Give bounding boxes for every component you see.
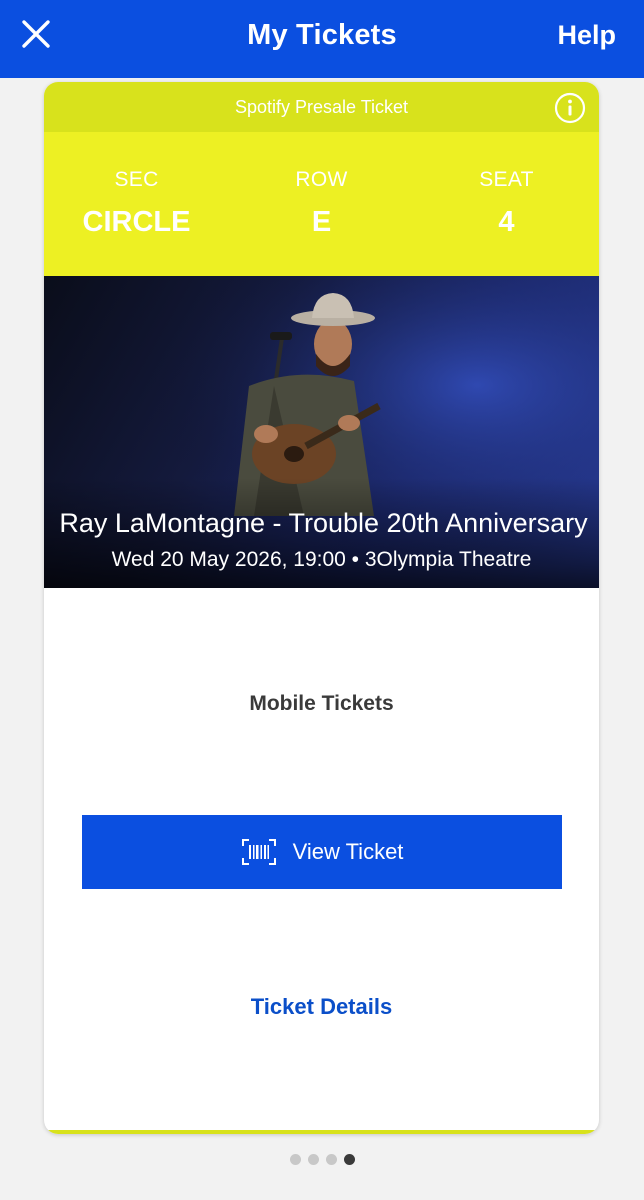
presale-banner-text: Spotify Presale Ticket	[234, 96, 409, 117]
page-indicator	[0, 1154, 644, 1165]
page-dot-4[interactable]	[343, 1154, 355, 1165]
view-ticket-button[interactable]: View Ticket	[82, 815, 562, 889]
section-info: SEC CIRCLE	[47, 168, 227, 239]
row-label: ROW	[295, 168, 348, 191]
row-value: E	[311, 206, 332, 238]
mobile-tickets-label: Mobile Tickets	[249, 692, 394, 715]
seat-number-info: SEAT 4	[417, 168, 597, 239]
section-label: SEC	[114, 168, 159, 191]
top-app-bar: My Tickets Help	[0, 0, 644, 78]
ticket-card: Spotify Presale Ticket SEC CIRCLE ROW E …	[44, 82, 599, 1134]
row-info: ROW E	[232, 168, 412, 239]
page-title: My Tickets	[247, 18, 397, 51]
help-button[interactable]: Help	[557, 20, 616, 51]
presale-banner: Spotify Presale Ticket	[44, 82, 599, 132]
ticket-details-link[interactable]: Ticket Details	[44, 994, 599, 1020]
page-dot-3[interactable]	[325, 1154, 337, 1165]
event-hero-image: Ray LaMontagne - Trouble 20th Anniversar…	[44, 276, 599, 588]
close-icon[interactable]	[18, 16, 54, 52]
view-ticket-label: View Ticket	[292, 839, 404, 864]
card-bottom-accent	[44, 1130, 599, 1134]
page-dot-2[interactable]	[307, 1154, 319, 1165]
seat-info: SEC CIRCLE ROW E SEAT 4	[44, 132, 599, 276]
event-date-venue: Wed 20 May 2026, 19:00 • 3Olympia Theatr…	[111, 548, 532, 571]
info-icon[interactable]	[554, 92, 586, 124]
page-dot-1[interactable]	[289, 1154, 301, 1165]
seat-label: SEAT	[479, 168, 534, 191]
event-name: Ray LaMontagne - Trouble 20th Anniversar…	[59, 508, 588, 538]
section-value: CIRCLE	[82, 206, 191, 238]
seat-value: 4	[498, 206, 515, 238]
barcode-icon	[241, 839, 276, 865]
